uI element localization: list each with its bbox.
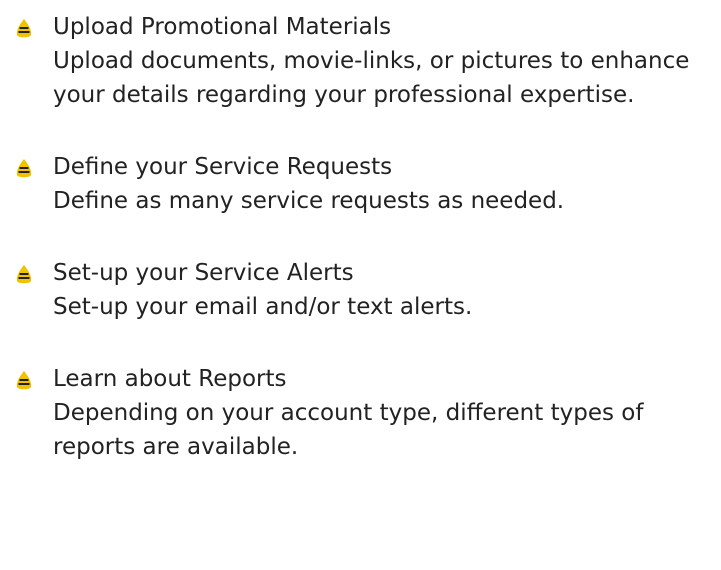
list-item-description: Depending on your account type, differen… <box>53 400 644 460</box>
list-item-upload-materials: Upload Promotional Materials Upload docu… <box>12 10 721 112</box>
list-item-title: Learn about Reports <box>53 366 287 392</box>
list-item-description: Set-up your email and/or text alerts. <box>53 294 473 320</box>
list-item-description: Define as many service requests as neede… <box>53 188 565 214</box>
list-item-text: Upload Promotional Materials Upload docu… <box>53 10 713 112</box>
list-item-text: Define your Service Requests Define as m… <box>53 150 713 218</box>
list-item-title: Define your Service Requests <box>53 154 393 180</box>
list-item-title: Set-up your Service Alerts <box>53 260 354 286</box>
bee-bullet-icon <box>16 19 32 38</box>
bee-bullet-icon <box>16 159 32 178</box>
list-item-description: Upload documents, movie-links, or pictur… <box>53 48 690 108</box>
list-item-text: Set-up your Service Alerts Set-up your e… <box>53 256 713 324</box>
list-item-service-requests: Define your Service Requests Define as m… <box>12 150 721 218</box>
list-item-service-alerts: Set-up your Service Alerts Set-up your e… <box>12 256 721 324</box>
bee-bullet-icon <box>16 265 32 284</box>
list-item-text: Learn about Reports Depending on your ac… <box>53 362 713 464</box>
feature-list-page: Upload Promotional Materials Upload docu… <box>0 0 721 570</box>
list-item-title: Upload Promotional Materials <box>53 14 392 40</box>
bee-bullet-icon <box>16 371 32 390</box>
list-item-reports: Learn about Reports Depending on your ac… <box>12 362 721 464</box>
